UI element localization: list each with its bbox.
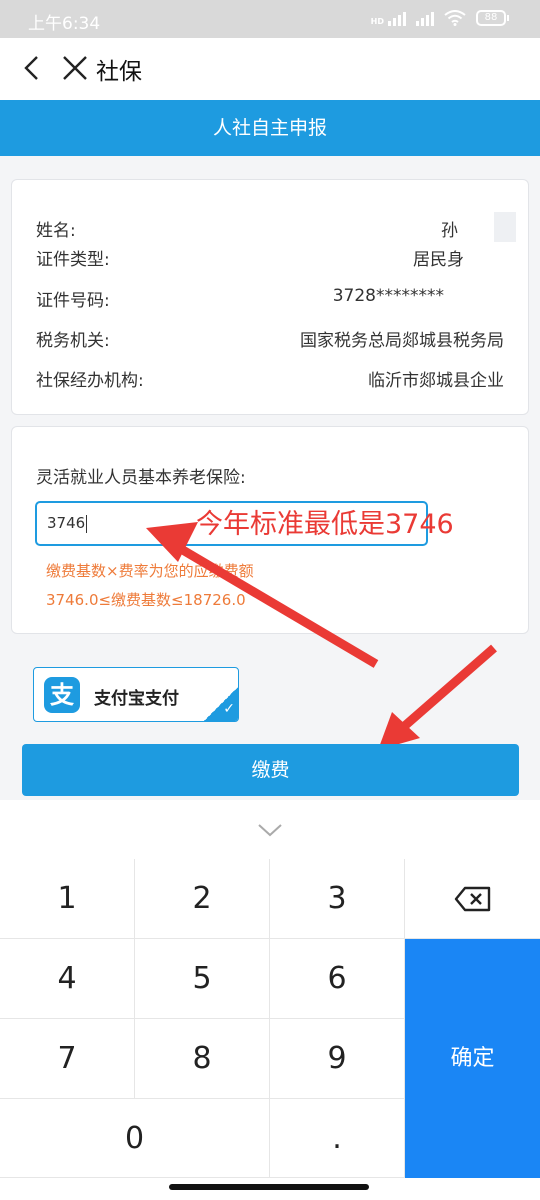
numeric-keyboard: 1 2 3 4 5 6 7 8 9 0 . 确定 <box>0 800 540 1200</box>
key-0[interactable]: 0 <box>0 1099 270 1178</box>
alipay-label: 支付宝支付 <box>94 689 179 709</box>
arrow-to-button <box>397 644 497 734</box>
key-3[interactable]: 3 <box>270 859 405 939</box>
key-7[interactable]: 7 <box>0 1019 135 1099</box>
confirm-key[interactable]: 确定 <box>405 939 540 1178</box>
key-8[interactable]: 8 <box>135 1019 270 1099</box>
key-backspace[interactable] <box>405 859 540 939</box>
key-9[interactable]: 9 <box>270 1019 405 1099</box>
key-1[interactable]: 1 <box>0 859 135 939</box>
arrow-to-input <box>173 542 379 668</box>
alipay-icon: 支 <box>44 677 80 713</box>
key-dot[interactable]: . <box>270 1099 405 1178</box>
backspace-icon <box>454 886 490 912</box>
home-indicator[interactable] <box>169 1184 369 1190</box>
alipay-option[interactable]: 支 支付宝支付 ✓ <box>33 667 239 722</box>
key-4[interactable]: 4 <box>0 939 135 1019</box>
key-2[interactable]: 2 <box>135 859 270 939</box>
key-6[interactable]: 6 <box>270 939 405 1019</box>
chevron-down-icon[interactable] <box>256 822 284 838</box>
check-icon: ✓ <box>223 701 235 717</box>
key-5[interactable]: 5 <box>135 939 270 1019</box>
pay-button[interactable]: 缴费 <box>22 744 519 796</box>
